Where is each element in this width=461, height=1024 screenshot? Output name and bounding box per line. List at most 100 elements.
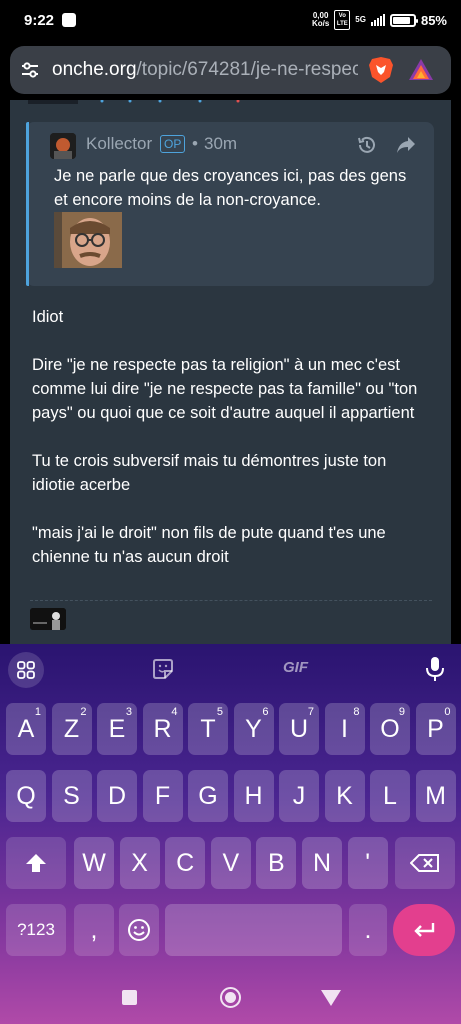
key-label: R [153,714,172,743]
key-number-hint: 4 [171,706,178,718]
key-label: Y [245,714,262,743]
volte-icon: Vo LTE [334,10,351,30]
key-b[interactable]: B [256,837,297,889]
key-number-hint: 6 [262,706,269,718]
emoji-icon [128,919,150,941]
shift-key[interactable] [6,837,66,889]
key-label: O [380,714,400,743]
post-paragraph: Tu te crois subversif mais tu démontres … [32,452,387,494]
enter-icon [414,923,435,937]
symbols-key[interactable]: ?123 [6,904,66,956]
sticker-icon[interactable] [151,657,175,681]
share-icon[interactable] [396,136,416,154]
key-c[interactable]: C [165,837,206,889]
quote-embedded-image[interactable] [54,212,122,268]
quote-timestamp: 30m [204,134,238,153]
post-paragraph: "mais j'ai le droit" non fils de pute qu… [32,524,386,566]
microphone-icon[interactable] [425,656,445,682]
page-content: Kollector OP • 30m Je ne parle que des c… [10,100,451,644]
key-k[interactable]: K [324,770,365,822]
battery-level: 85% [420,12,447,28]
key-v[interactable]: V [210,837,251,889]
op-badge: OP [160,135,186,153]
shift-icon [26,854,46,872]
grid-icon [17,661,35,679]
history-icon[interactable] [356,134,378,156]
quoted-post: Kollector OP • 30m Je ne parle que des c… [26,122,434,286]
key-label: U [289,714,309,743]
key-z[interactable]: Z2 [51,703,92,755]
browser-toolbar: onche.org/topic/674281/je-ne-respect [0,40,461,100]
key-n[interactable]: N [302,837,342,889]
key-w[interactable]: W [74,837,114,889]
key-number-hint: 0 [444,706,451,718]
post-body: Idiot Dire "je ne respecte pas ta religi… [32,305,432,593]
key-g[interactable]: G [188,770,228,822]
net-speed-unit: Ko/s [311,19,330,28]
key-x[interactable]: X [119,837,160,889]
signature-image [30,608,66,630]
key-o[interactable]: O9 [370,703,410,755]
home-button[interactable] [220,987,241,1008]
key-l[interactable]: L [370,770,410,822]
network-type: 5G [355,15,366,24]
key-number-hint: 2 [80,706,87,718]
key-t[interactable]: T5 [188,703,228,755]
status-bar: 9:22 0,00 Ko/s Vo LTE 5G 85% [0,0,461,40]
key-r[interactable]: R4 [142,703,183,755]
key-q[interactable]: Q [6,770,46,822]
keyboard-toolbar: GIF [0,644,461,694]
emoji-key[interactable] [119,904,159,956]
brave-shields-icon[interactable] [368,56,394,84]
gif-button[interactable]: GIF [283,659,308,676]
quote-accent-bar [26,122,29,286]
battery-icon [389,13,418,27]
url-bar[interactable]: onche.org/topic/674281/je-ne-respect [10,46,451,94]
period-key[interactable]: . [349,904,387,956]
key-f[interactable]: F [142,770,183,822]
backspace-key[interactable] [395,837,455,889]
space-key[interactable] [165,904,342,956]
key-number-hint: 5 [216,706,223,718]
signal-icon [370,14,385,26]
key-i[interactable]: I8 [324,703,365,755]
key-number-hint: 8 [353,706,360,718]
site-settings-icon[interactable] [20,60,40,80]
key-a[interactable]: A1 [6,703,46,755]
key-p[interactable]: P0 [415,703,456,755]
key-s[interactable]: S [51,770,92,822]
key-h[interactable]: H [233,770,274,822]
notification-icon [62,13,77,27]
url-domain: onche.org [52,59,137,80]
key-number-hint: 1 [34,706,41,718]
apps-grid-button[interactable] [8,652,44,688]
enter-key[interactable] [393,904,455,956]
quote-author-avatar[interactable] [50,133,76,159]
brave-rewards-icon[interactable] [408,57,434,83]
url-path: /topic/674281/je-ne-respect [136,59,358,80]
key-j[interactable]: J [279,770,319,822]
key-e[interactable]: E3 [97,703,137,755]
key-m[interactable]: M [415,770,456,822]
signature-divider [30,600,432,601]
quote-separator: • [192,134,198,153]
key-apostrophe[interactable]: ' [347,837,388,889]
key-u[interactable]: U7 [279,703,319,755]
key-label: A [17,714,35,743]
url-text[interactable]: onche.org/topic/674281/je-ne-respect [52,59,358,81]
key-d[interactable]: D [97,770,137,822]
key-y[interactable]: Y6 [233,703,274,755]
net-speed: 0,00 Ko/s [312,12,329,28]
previous-post-remnant [28,100,240,104]
key-label: Z [63,714,80,743]
back-button[interactable] [321,990,341,1006]
quote-text: Je ne parle que des croyances ici, pas d… [54,167,407,209]
post-paragraph: Dire "je ne respecte pas ta religion" à … [32,356,418,422]
backspace-icon [410,854,439,872]
status-icons: 0,00 Ko/s Vo LTE 5G 85% [312,10,447,30]
recent-apps-button[interactable] [122,990,137,1005]
comma-key[interactable]: , [74,904,114,956]
key-number-hint: 7 [307,706,314,718]
system-navbar [0,966,461,1024]
quote-author-name[interactable]: Kollector [86,134,152,154]
